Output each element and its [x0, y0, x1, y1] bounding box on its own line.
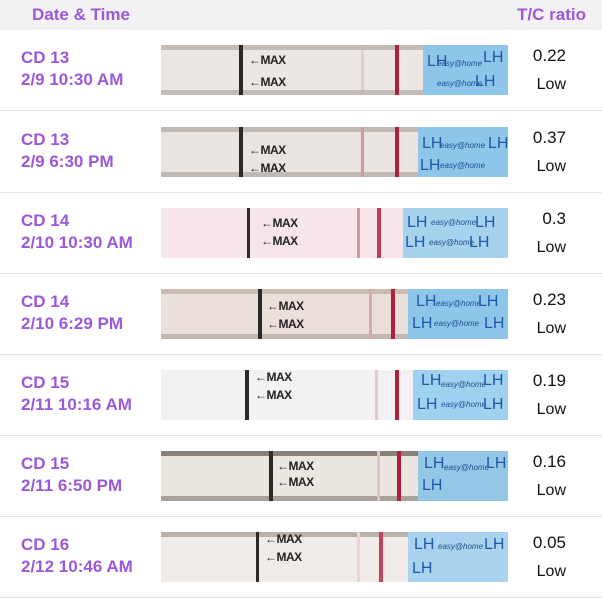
strip-wrapper: LH easy@home LH LH [418, 451, 508, 501]
max-line-label: ←MAX [249, 161, 286, 175]
lh-status: Low [536, 320, 566, 337]
test-line [369, 289, 372, 339]
tc-ratio-value: 0.16 [532, 452, 566, 471]
max-line-label: ←MAX [277, 475, 314, 489]
test-line [361, 45, 364, 95]
test-datetime: 2/11 6:50 PM [21, 476, 123, 495]
control-line [395, 370, 399, 420]
tc-ratio-value: 0.19 [532, 371, 566, 390]
max-line-label: ←MAX [267, 317, 304, 331]
test-datetime: 2/10 10:30 AM [21, 233, 133, 252]
strip-wrapper: LH easy@home LH easy@home LH [418, 127, 508, 177]
test-strip-photo: ←MAX ←MAX LH easy@home LH LH [161, 451, 508, 501]
test-line [361, 127, 364, 177]
max-line-label: ←MAX [277, 459, 314, 473]
strip-wrapper: LH easy@home LH easy@home LH LH [403, 208, 508, 258]
control-line [379, 532, 383, 582]
max-line-label: ←MAX [265, 532, 302, 546]
cycle-day: CD 14 [21, 211, 70, 230]
test-strip-photo: ←MAX ←MAX LH easy@home LH LH [161, 532, 508, 582]
test-strip-photo: ←MAX ←MAX LH easy@home LH easy@home LH [161, 45, 508, 95]
test-entry-row[interactable]: CD 15 2/11 6:50 PM ←MAX ←MAX LH easy@hom… [0, 436, 602, 517]
lh-status: Low [536, 563, 566, 580]
cycle-day: CD 15 [21, 373, 70, 392]
strip-wrapper: LH easy@home LH easy@home LH [423, 45, 508, 95]
test-entry-row[interactable]: CD 13 2/9 6:30 PM ←MAX ←MAX LH easy@home… [0, 112, 602, 193]
max-line-label: ←MAX [261, 216, 298, 230]
date-time-column-header: Date & Time [32, 5, 130, 24]
max-line-label: ←MAX [255, 388, 292, 402]
tc-ratio-value: 0.22 [532, 46, 566, 65]
test-datetime: 2/11 10:16 AM [21, 395, 132, 414]
test-entry-row[interactable]: CD 13 2/9 10:30 AM ←MAX ←MAX LH easy@hom… [0, 30, 602, 111]
control-line [391, 289, 395, 339]
lh-status: Low [536, 76, 566, 93]
test-line [357, 532, 360, 582]
max-line-label: ←MAX [249, 143, 286, 157]
strip-wrapper: LH easy@home LH LH [408, 532, 508, 582]
tc-ratio-column-header: T/C ratio [517, 5, 586, 24]
max-line-label: ←MAX [249, 75, 286, 89]
max-line-label: ←MAX [255, 370, 292, 384]
lh-status: Low [536, 158, 566, 175]
tc-ratio-value: 0.37 [532, 128, 566, 147]
tc-ratio-value: 0.3 [542, 209, 566, 228]
test-strip-photo: ←MAX ←MAX LH easy@home LH easy@home LH L… [161, 370, 508, 420]
test-strip-photo: ←MAX ←MAX LH easy@home LH easy@home LH L… [161, 208, 508, 258]
strip-wrapper: LH easy@home LH easy@home LH LH [408, 289, 508, 339]
lh-status: Low [536, 239, 566, 256]
test-strip-photo: ←MAX ←MAX LH easy@home LH easy@home LH L… [161, 289, 508, 339]
max-line-label: ←MAX [249, 53, 286, 67]
test-datetime: 2/12 10:46 AM [21, 557, 133, 576]
tc-ratio-value: 0.05 [532, 533, 566, 552]
lh-status: Low [536, 401, 566, 418]
test-entry-row[interactable]: CD 14 2/10 6:29 PM ←MAX ←MAX LH easy@hom… [0, 274, 602, 355]
test-datetime: 2/9 10:30 AM [21, 70, 124, 89]
lh-status: Low [536, 482, 566, 499]
test-strip-photo: ←MAX ←MAX LH easy@home LH easy@home LH [161, 127, 508, 177]
control-line [397, 451, 401, 501]
control-line [377, 208, 381, 258]
test-entry-row[interactable]: CD 14 2/10 10:30 AM ←MAX ←MAX LH easy@ho… [0, 193, 602, 274]
cycle-day: CD 14 [21, 292, 70, 311]
test-entry-row[interactable]: CD 15 2/11 10:16 AM ←MAX ←MAX LH easy@ho… [0, 355, 602, 436]
test-line [357, 208, 360, 258]
max-line-label: ←MAX [267, 299, 304, 313]
test-entry-row[interactable]: CD 16 2/12 10:46 AM ←MAX ←MAX LH easy@ho… [0, 517, 602, 598]
test-line [375, 370, 378, 420]
cycle-day: CD 13 [21, 48, 70, 67]
tc-ratio-value: 0.23 [532, 290, 566, 309]
max-line-label: ←MAX [265, 550, 302, 564]
cycle-day: CD 13 [21, 130, 70, 149]
strip-wrapper: LH easy@home LH easy@home LH LH [413, 370, 508, 420]
list-header: Date & Time T/C ratio [0, 0, 602, 30]
test-datetime: 2/10 6:29 PM [21, 314, 124, 333]
cycle-day: CD 15 [21, 454, 70, 473]
cycle-day: CD 16 [21, 535, 70, 554]
control-line [395, 127, 399, 177]
max-line-label: ←MAX [261, 234, 298, 248]
test-datetime: 2/9 6:30 PM [21, 152, 114, 171]
test-line [377, 451, 380, 501]
control-line [395, 45, 399, 95]
